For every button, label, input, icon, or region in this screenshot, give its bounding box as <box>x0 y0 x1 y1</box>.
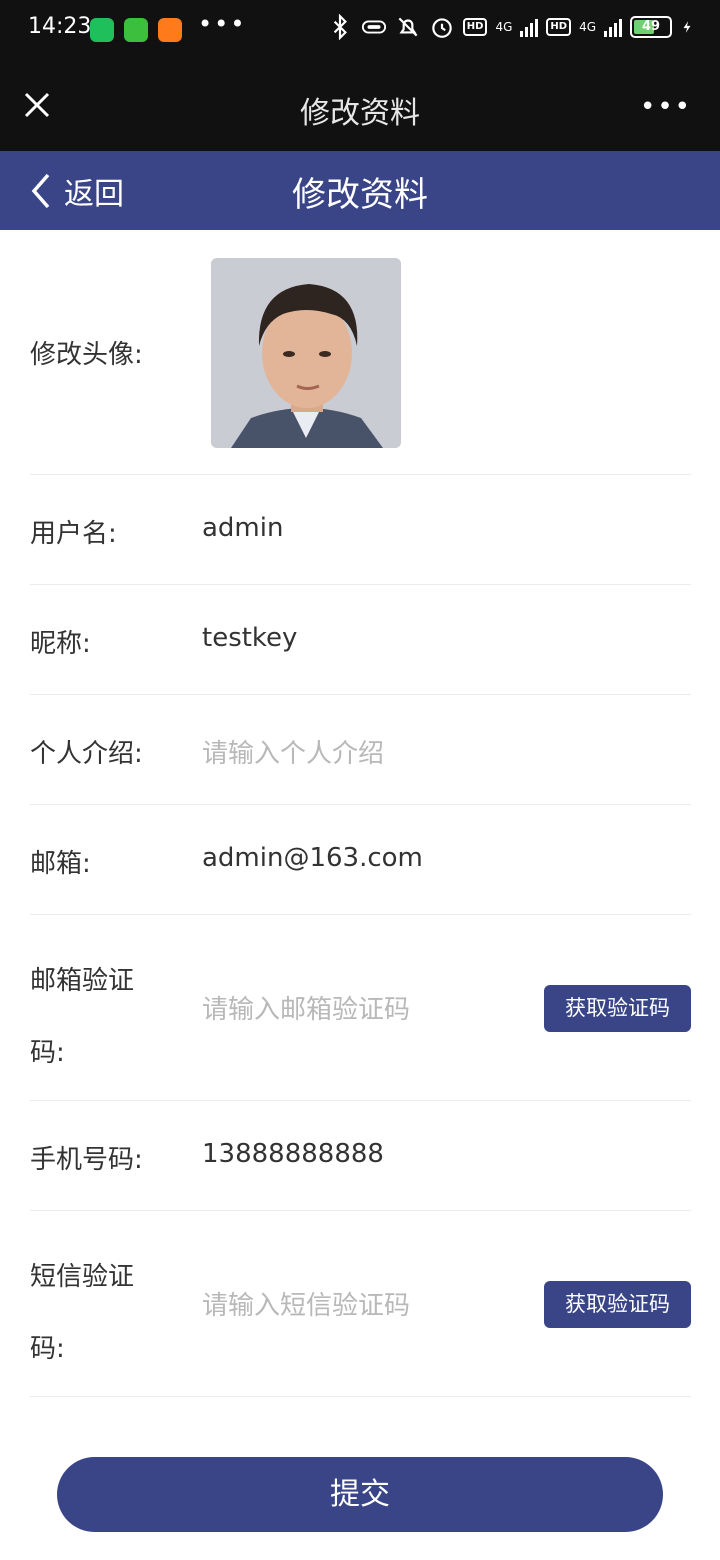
bio-row: 个人介绍: 请输入个人介绍 <box>30 695 691 805</box>
app-navbar: 返回 修改资料 <box>0 151 720 230</box>
page-title: 修改资料 <box>292 175 428 215</box>
network-type-2: 4G <box>579 20 596 34</box>
signal-icon-2 <box>604 17 622 37</box>
email-code-input[interactable]: 请输入邮箱验证码 <box>202 989 410 1026</box>
avatar[interactable] <box>211 258 401 448</box>
sms-code-row: 短信验证码: 请输入短信验证码 获取验证码 <box>30 1211 691 1397</box>
username-field[interactable]: admin <box>202 513 283 543</box>
nickname-field[interactable]: testkey <box>202 623 297 653</box>
more-icon[interactable]: ••• <box>640 92 692 122</box>
get-sms-code-button[interactable]: 获取验证码 <box>544 1281 691 1328</box>
nickname-label: 昵称: <box>30 629 91 659</box>
profile-form: 修改头像: 用户名: admin 昵称: testkey 个人介绍: 请输入个人… <box>30 230 691 1397</box>
email-row: 邮箱: admin@163.com <box>30 805 691 915</box>
phone-app-icon <box>90 18 114 42</box>
mute-bell-icon <box>398 17 418 37</box>
phone-field[interactable]: 13888888888 <box>202 1139 384 1169</box>
status-time: 14:23 <box>28 14 92 39</box>
nickname-row: 昵称: testkey <box>30 585 691 695</box>
avatar-label: 修改头像: <box>30 340 143 370</box>
bio-label: 个人介绍: <box>30 739 143 769</box>
signal-icon <box>520 17 539 37</box>
charging-icon <box>683 21 691 33</box>
avatar-image <box>211 258 401 448</box>
submit-button[interactable]: 提交 <box>57 1457 663 1532</box>
email-label: 邮箱: <box>30 849 91 879</box>
battery-icon: 49 <box>630 16 672 38</box>
more-notifications-icon: ••• <box>198 10 247 38</box>
network-type-1: 4G <box>495 20 513 34</box>
battery-level: 49 <box>641 19 661 34</box>
shopping-app-icon <box>158 18 182 42</box>
nfc-icon <box>361 20 386 34</box>
phone-row: 手机号码: 13888888888 <box>30 1101 691 1211</box>
hd-badge: HD <box>462 18 488 36</box>
bio-input[interactable]: 请输入个人介绍 <box>202 733 384 770</box>
bluetooth-icon <box>333 14 347 40</box>
hd-badge-2: HD <box>546 18 572 36</box>
email-field[interactable]: admin@163.com <box>202 843 423 873</box>
phone-label: 手机号码: <box>30 1145 143 1175</box>
wechat-title: 修改资料 <box>300 96 420 131</box>
sms-code-label: 短信验证码: <box>30 1262 135 1364</box>
tool-app-icon <box>124 18 148 42</box>
wechat-header: 修改资料 ••• <box>0 62 720 151</box>
email-code-row: 邮箱验证码: 请输入邮箱验证码 获取验证码 <box>30 915 691 1101</box>
email-code-label: 邮箱验证码: <box>30 966 135 1068</box>
status-bar: 14:23 ••• HD 4G HD 4G 49 <box>0 0 720 62</box>
username-label: 用户名: <box>30 519 117 549</box>
get-email-code-button[interactable]: 获取验证码 <box>544 985 691 1032</box>
status-indicators: HD 4G HD 4G 49 <box>327 14 694 40</box>
avatar-row: 修改头像: <box>30 230 691 475</box>
alarm-icon <box>432 18 452 38</box>
username-row: 用户名: admin <box>30 475 691 585</box>
sms-code-input[interactable]: 请输入短信验证码 <box>202 1285 410 1322</box>
